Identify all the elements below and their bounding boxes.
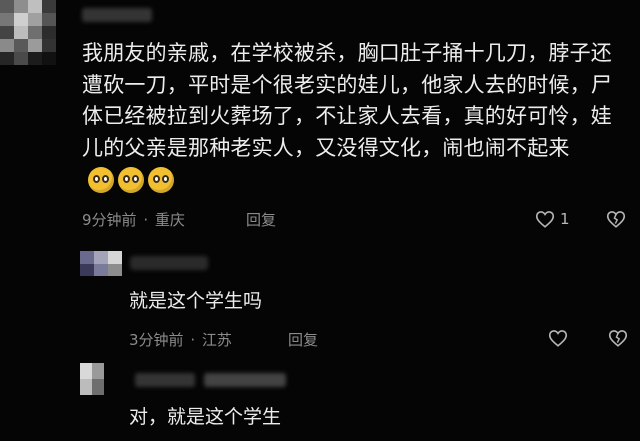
reply-text: 对，就是这个学生 xyxy=(129,406,282,428)
username-redacted xyxy=(82,8,152,22)
reply-avatar[interactable] xyxy=(80,251,122,276)
reply-username-redacted xyxy=(135,373,195,387)
comment-text: 我朋友的亲戚，在学校被杀，胸口肚子捅十几刀，脖子还遭砍一刀，平时是个很老实的娃儿… xyxy=(82,41,612,160)
pleading-emoji-icon xyxy=(118,167,144,193)
comment-body: 我朋友的亲戚，在学校被杀，胸口肚子捅十几刀，脖子还遭砍一刀，平时是个很老实的娃儿… xyxy=(82,38,617,196)
avatar[interactable] xyxy=(0,0,56,66)
meta-separator: · xyxy=(143,211,149,229)
like-count: 1 xyxy=(560,210,570,228)
dislike-icon[interactable] xyxy=(605,208,627,230)
reply-meta: 3分钟前 · 江苏 xyxy=(129,329,232,350)
comment-meta: 9分钟前 · 重庆 xyxy=(82,209,185,230)
reply-username-redacted xyxy=(204,373,286,387)
reply-button[interactable]: 回复 xyxy=(288,329,318,350)
reply-button[interactable]: 回复 xyxy=(246,209,276,230)
dislike-icon[interactable] xyxy=(607,327,629,349)
comment-time: 9分钟前 xyxy=(82,211,137,229)
comment-location: 重庆 xyxy=(154,211,185,229)
reply-text: 就是这个学生吗 xyxy=(129,290,263,312)
reply-username-redacted xyxy=(130,256,208,270)
pleading-emoji-icon xyxy=(88,167,114,193)
like-heart-icon[interactable] xyxy=(534,208,556,230)
reply-time: 3分钟前 xyxy=(129,331,184,349)
emoji-group xyxy=(88,167,174,193)
like-heart-icon[interactable] xyxy=(547,327,569,349)
meta-separator: · xyxy=(190,331,196,349)
reply-avatar[interactable] xyxy=(80,363,104,395)
reply-location: 江苏 xyxy=(201,331,232,349)
pleading-emoji-icon xyxy=(148,167,174,193)
